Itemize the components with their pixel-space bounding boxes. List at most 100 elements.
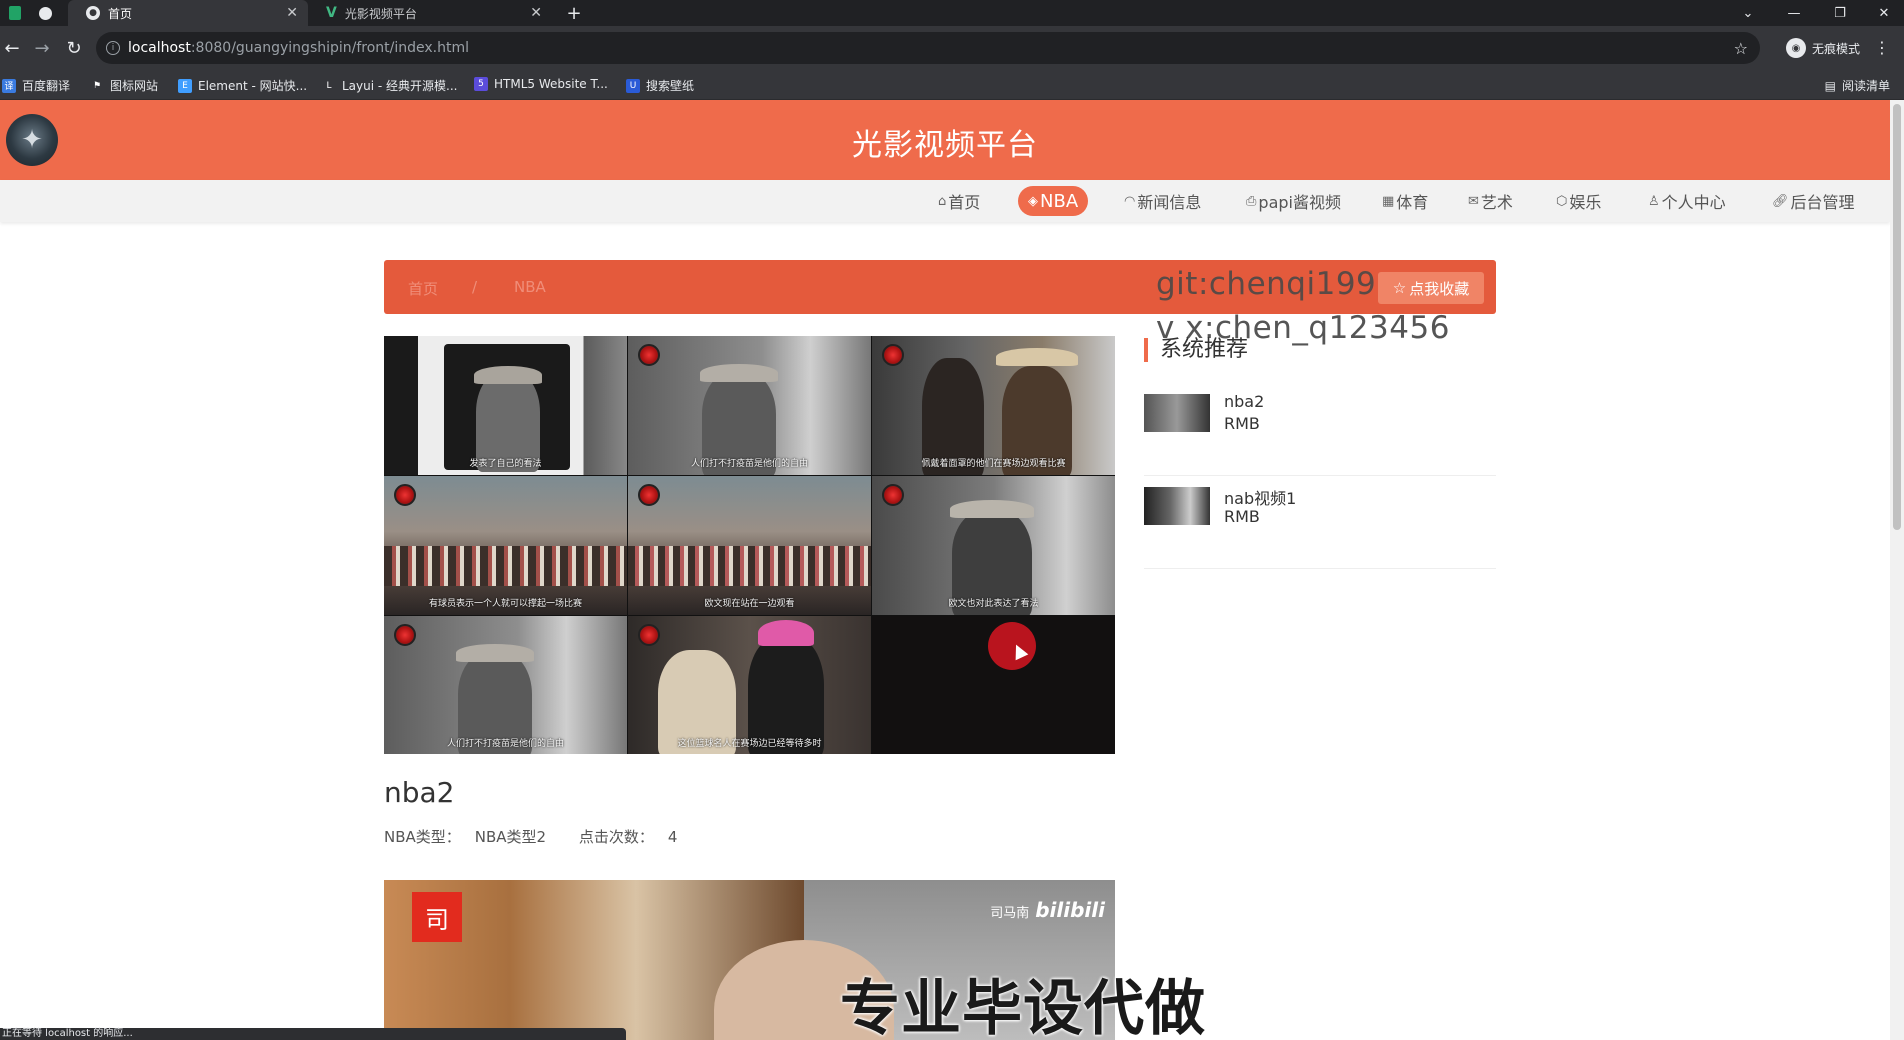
bookmark-item[interactable]: E Element - 网站快... [178,77,307,94]
globe-tab-icon[interactable] [36,4,54,22]
channel-name: 司马南 [990,906,1030,921]
record-icon [882,344,904,366]
nav-item-home[interactable]: ⌂ 首页 [938,186,980,216]
video-frame: 欧文现在站在一边观看 [628,476,871,615]
bookmark-item[interactable]: U 搜索壁纸 [626,77,694,94]
bookmark-label: 图标网站 [110,79,159,93]
user-icon: ♙ [1648,193,1660,209]
nav-item-sports[interactable]: ▦ 体育 [1382,186,1428,216]
bookmark-item[interactable]: 译百度翻译 [2,77,70,94]
url-field[interactable]: i localhost:8080/guangyingshipin/front/i… [96,32,1760,64]
nav-label: 后台管理 [1790,193,1855,212]
nav-label: 个人中心 [1661,193,1726,212]
bookmark-item[interactable]: ⚑ 图标网站 [90,77,158,94]
flag-icon: ⚑ [92,80,102,91]
forward-icon[interactable]: → [30,36,54,60]
record-icon [638,624,660,646]
tab-platform[interactable]: V 光影视频平台 ✕ [312,0,552,26]
link-icon: 🔗︎ [1772,193,1789,209]
scrollbar-thumb[interactable] [1893,104,1901,530]
recommend-thumbnail[interactable] [1144,394,1210,432]
page-scrollbar[interactable] [1890,100,1904,1040]
incognito-label: 无痕模式 [1811,41,1860,56]
star-icon[interactable]: ☆ [1734,39,1748,58]
site-title: 光影视频平台 [852,128,1038,163]
type-label: NBA类型： NBA类型2 [384,828,560,846]
bookmark-label: Layui - 经典开源模... [342,79,458,93]
nav-item-entertainment[interactable]: ⬡ 娱乐 [1556,186,1601,216]
video-player[interactable]: 发表了自己的看法 人们打不打疫苗是他们的自由 佩戴着面罩的他们在赛场边观看比赛 … [384,336,1115,754]
promo-overlay-text: 专业毕设代做 [840,974,1206,1040]
reading-list-icon: ▤ [1824,78,1836,93]
url-path: :8080/guangyingshipin/front/index.html [190,40,470,56]
nav-item-news[interactable]: ◠ 新闻信息 [1124,186,1201,216]
nav-label: 艺术 [1480,193,1513,212]
frame-caption: 欧文现在站在一边观看 [704,599,795,609]
reload-icon[interactable]: ↻ [62,36,86,60]
video-frame: 佩戴着面罩的他们在赛场边观看比赛 [872,336,1115,475]
bookmark-item[interactable]: 5 HTML5 Website T... [474,77,608,91]
box-icon: ⬡ [1556,193,1568,209]
nav-label: 娱乐 [1569,193,1602,212]
status-bar: 正在等待 localhost 的响应... [0,1028,626,1040]
channel-brand: 司马南 bilibili [990,898,1105,922]
frame-caption: 发表了自己的看法 [469,459,542,469]
restore-icon[interactable]: ❐ [1820,0,1860,26]
favorite-button[interactable]: ☆ 点我收藏 [1378,272,1484,304]
breadcrumb-home[interactable]: 首页 [408,278,438,299]
recommend-item[interactable]: nba2 RMB [1144,384,1496,476]
reading-list-label: 阅读清单 [1841,79,1890,93]
sheets-tab-icon[interactable] [6,4,24,22]
reading-list[interactable]: ▤ 阅读清单 [1825,77,1890,94]
back-icon[interactable]: ← [0,36,24,60]
nav-item-nba[interactable]: ◈ NBA [1018,186,1089,216]
frame-hat [456,644,534,662]
nav-item-profile[interactable]: ♙ 个人中心 [1648,186,1726,216]
frame-hat [758,620,814,646]
nav-item-papi[interactable]: ⎙ papi酱视频 [1246,186,1341,216]
nav-label: 首页 [948,193,981,212]
record-icon [638,484,660,506]
frame-caption: 佩戴着面罩的他们在赛场边观看比赛 [921,459,1066,469]
element-icon: E [178,78,192,93]
translate-icon: 译 [2,78,16,93]
close-icon[interactable]: ✕ [530,5,542,21]
record-icon [882,484,904,506]
type-value: NBA类型2 [474,828,547,846]
close-window-icon[interactable]: ✕ [1864,0,1904,26]
clicks-value: 4 [667,828,678,846]
bookmark-label: 百度翻译 [22,79,71,93]
minimize-icon[interactable]: — [1774,0,1814,26]
tab-home[interactable]: ● 首页 ✕ [68,0,308,26]
recommend-item[interactable]: nab视频1 RMB [1144,477,1496,569]
bookmark-item[interactable]: L Layui - 经典开源模... [322,77,457,94]
close-icon[interactable]: ✕ [286,5,298,21]
frame-caption: 这位篮球名人在赛场边已经等待多时 [677,739,822,749]
video-frame: 有球员表示一个人就可以撑起一场比赛 [384,476,627,615]
recommend-name[interactable]: nba2 [1224,392,1264,411]
video-frame: 人们打不打疫苗是他们的自由 [628,336,871,475]
clicks-label: 点击次数： 4 [579,828,692,846]
recommend-thumbnail[interactable] [1144,487,1210,525]
nav-label: 体育 [1396,193,1429,212]
recommend-price: RMB [1224,507,1260,526]
nav-item-art[interactable]: ✉ 艺术 [1468,186,1513,216]
nav-label: 新闻信息 [1137,193,1202,212]
menu-icon[interactable]: ⋮ [1874,38,1890,57]
recommend-name[interactable]: nab视频1 [1224,485,1296,509]
html5-icon: 5 [474,77,488,91]
clicks-label-text: 点击次数： [578,828,654,846]
new-tab-icon[interactable]: + [565,3,583,24]
incognito-indicator[interactable]: ◉ 无痕模式 [1785,38,1860,58]
type-label-text: NBA类型： [384,828,461,846]
nav-item-admin[interactable]: 🔗︎ 后台管理 [1772,186,1855,216]
globe-icon: ● [86,6,100,20]
favorite-label: 点我收藏 [1409,279,1470,298]
main-nav: ⌂ 首页 ◈ NBA ◠ 新闻信息 ⎙ papi酱视频 ▦ 体育 ✉ 艺术 ⬡ 娱乐 ♙ 个人中… [0,180,1890,222]
channel-logo: 司 [412,892,462,942]
frame-hat [950,500,1034,518]
frame-hat [996,348,1078,366]
info-icon[interactable]: i [106,41,120,55]
video-frame: 欧文也对此表达了看法 [872,476,1115,615]
chevron-down-icon[interactable]: ⌄ [1728,0,1768,26]
